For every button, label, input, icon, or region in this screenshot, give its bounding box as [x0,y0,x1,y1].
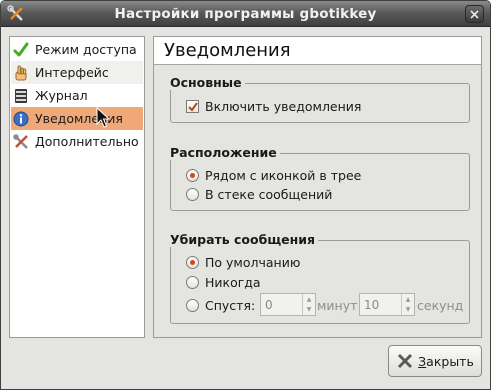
hand-icon [13,65,29,81]
checkmark-icon [187,101,198,112]
minutes-unit-label: минут [317,298,358,313]
page-title: Уведомления [164,40,291,61]
group-location: Расположение Рядом с иконкой в трее В ст… [170,145,470,211]
radio-message-stack-label[interactable]: В стеке сообщений [205,187,332,202]
sidebar-item-advanced[interactable]: Дополнительно [11,130,143,153]
panel-header: Уведомления [154,37,481,65]
sidebar-item-label: Дополнительно [35,134,139,149]
sidebar-item-interface[interactable]: Интерфейс [11,61,143,84]
checkmark-icon [13,42,29,58]
preferences-window: Настройки программы gbotikkey Режим дост… [0,0,491,390]
seconds-unit-label: секунд [417,298,464,313]
radio-message-stack[interactable] [186,188,199,201]
radio-default[interactable] [186,256,199,269]
title-bar[interactable]: Настройки программы gbotikkey [1,1,490,27]
sidebar-item-label: Интерфейс [35,65,109,80]
group-title-dismiss: Убирать сообщения [170,232,319,247]
window-close-button[interactable] [465,5,484,23]
close-button[interactable]: Закрыть [388,345,482,377]
enable-notifications-checkbox[interactable] [186,100,199,113]
radio-after-label[interactable]: Спустя: [205,298,255,313]
group-title-location: Расположение [170,145,280,160]
radio-never[interactable] [186,276,199,289]
sidebar-item-access-mode[interactable]: Режим доступа [11,38,143,61]
seconds-value[interactable]: 10 [360,298,401,312]
category-list: Режим доступа Интерфейс Журнал Уведомлен… [9,36,145,338]
settings-panel: Уведомления Основные Включить уведомлени… [153,36,482,338]
journal-icon [13,88,29,104]
mouse-cursor-icon [96,107,110,128]
seconds-spinbox[interactable]: 10 ▲ ▼ [359,293,415,316]
close-x-icon [398,353,413,369]
minutes-stepper[interactable]: ▲ ▼ [302,294,315,315]
radio-near-tray[interactable] [186,169,199,182]
minutes-spinbox[interactable]: 0 ▲ ▼ [260,293,316,316]
spin-down-icon[interactable]: ▼ [303,305,315,316]
spin-up-icon[interactable]: ▲ [303,294,315,305]
group-basic: Основные Включить уведомления [170,75,470,123]
tools-icon [13,133,29,150]
info-icon [13,111,29,127]
seconds-stepper[interactable]: ▲ ▼ [401,294,414,315]
window-title: Настройки программы gbotikkey [114,6,377,22]
sidebar-item-notifications[interactable]: Уведомления [11,107,143,130]
group-dismiss: Убирать сообщения По умолчанию Никогда С… [170,232,470,324]
close-icon [470,9,479,19]
sidebar-item-label: Режим доступа [35,42,137,57]
radio-default-label[interactable]: По умолчанию [205,255,300,270]
spin-up-icon[interactable]: ▲ [402,294,414,305]
radio-near-tray-label[interactable]: Рядом с иконкой в трее [205,168,361,183]
close-button-label: Закрыть [418,353,474,369]
enable-notifications-label[interactable]: Включить уведомления [205,99,361,114]
radio-after[interactable] [186,299,199,312]
radio-never-label[interactable]: Никогда [205,275,261,290]
minutes-value[interactable]: 0 [261,298,302,312]
spin-down-icon[interactable]: ▼ [402,305,414,316]
sidebar-item-journal[interactable]: Журнал [11,84,143,107]
sidebar-item-label: Журнал [35,88,88,103]
group-title-basic: Основные [170,75,245,90]
